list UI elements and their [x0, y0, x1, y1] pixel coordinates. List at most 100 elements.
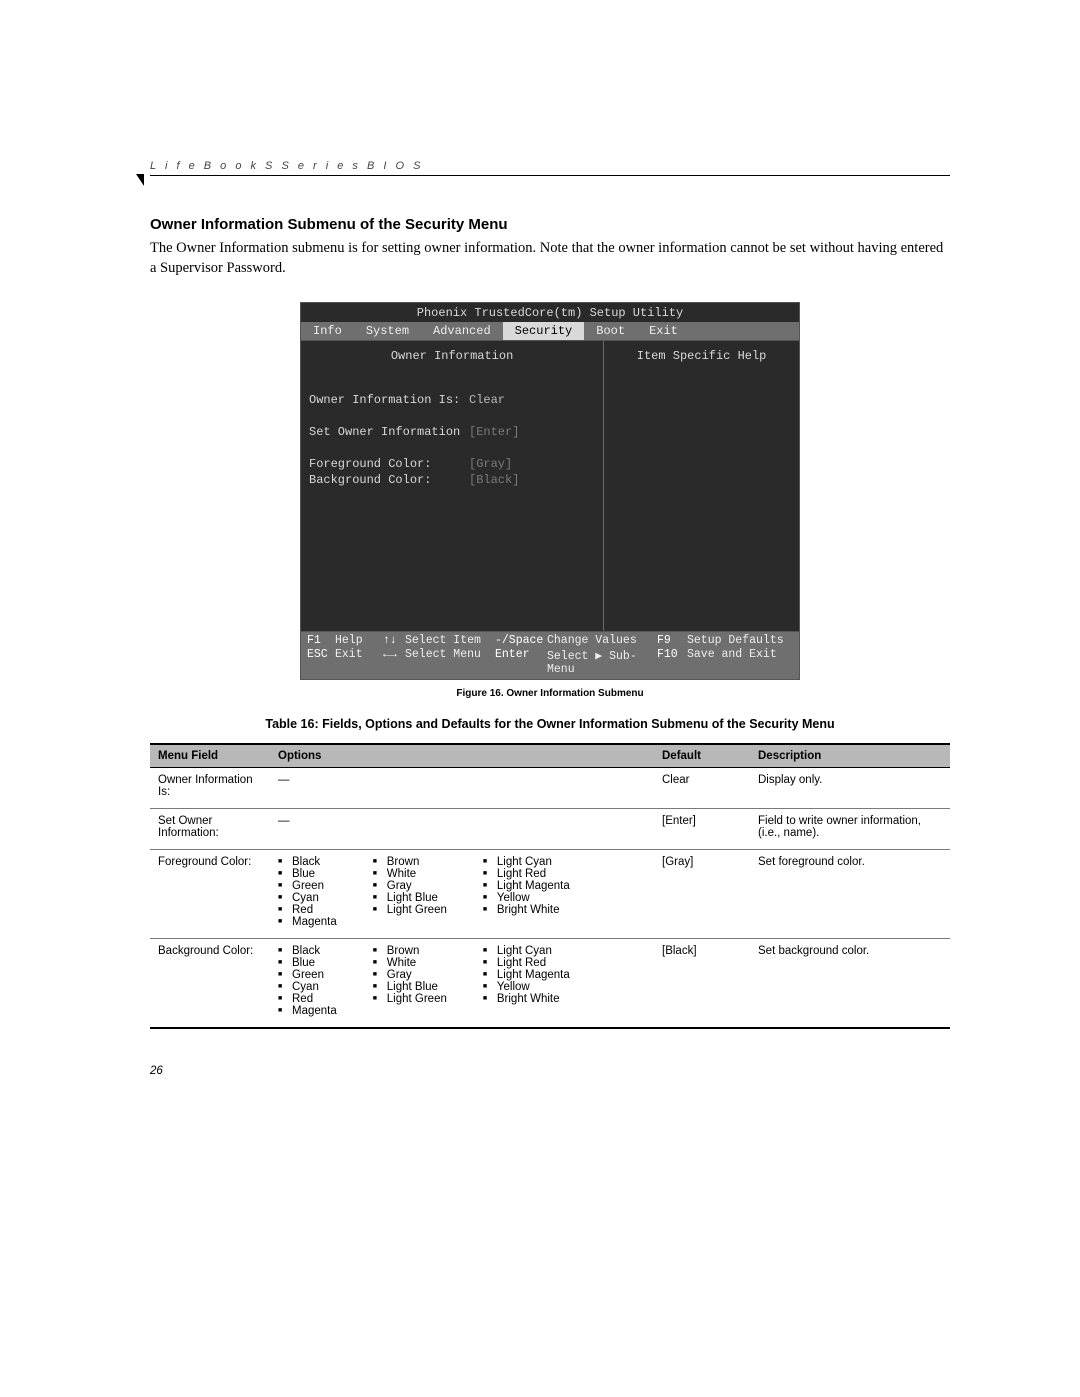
bios-row: Set Owner Information[Enter]	[309, 425, 595, 439]
cell-default: Clear	[654, 768, 750, 809]
header-arrow-icon	[136, 174, 144, 186]
cell-menu-field: Set Owner Information:	[150, 809, 270, 850]
cell-default: [Enter]	[654, 809, 750, 850]
cell-default: [Gray]	[654, 850, 750, 939]
cell-menu-field: Foreground Color:	[150, 850, 270, 939]
key-updown-text: Select Item	[405, 634, 495, 647]
cell-default: [Black]	[654, 939, 750, 1029]
table-row: Set Owner Information:—[Enter]Field to w…	[150, 809, 950, 850]
color-option: Yellow	[483, 892, 570, 904]
bios-tab: Boot	[584, 322, 637, 340]
color-option: Light Cyan	[483, 856, 570, 868]
cell-menu-field: Owner Information Is:	[150, 768, 270, 809]
color-option: Light Green	[373, 993, 447, 1005]
color-option: Green	[278, 969, 337, 981]
bios-left-panel: Owner Information Owner Information Is:C…	[301, 341, 604, 631]
color-option: White	[373, 868, 447, 880]
bios-row-label: Owner Information Is:	[309, 393, 469, 407]
cell-description: Display only.	[750, 768, 950, 809]
color-option: Cyan	[278, 981, 337, 993]
color-option: Black	[278, 945, 337, 957]
color-option: Black	[278, 856, 337, 868]
color-option: Brown	[373, 856, 447, 868]
key-esc-text: Exit	[335, 648, 383, 676]
table-row: Background Color:BlackBlueGreenCyanRedMa…	[150, 939, 950, 1029]
key-f10-text: Save and Exit	[687, 648, 793, 676]
cell-options: —	[270, 809, 654, 850]
key-enter: Enter	[495, 648, 547, 676]
table-header: Options	[270, 744, 654, 768]
color-option: Green	[278, 880, 337, 892]
color-option: Light Magenta	[483, 880, 570, 892]
bios-row: Background Color:[Black]	[309, 473, 595, 487]
bios-tab: Info	[301, 322, 354, 340]
bios-tab: Security	[503, 322, 585, 340]
table-header: Default	[654, 744, 750, 768]
color-option: Light Red	[483, 957, 570, 969]
color-option: Cyan	[278, 892, 337, 904]
bios-row: Owner Information Is:Clear	[309, 393, 595, 407]
bios-row-value: [Black]	[469, 473, 519, 487]
color-option: Magenta	[278, 1005, 337, 1017]
key-f10: F10	[657, 648, 687, 676]
key-esc: ESC	[307, 648, 335, 676]
color-option: Blue	[278, 957, 337, 969]
table-row: Owner Information Is:—ClearDisplay only.	[150, 768, 950, 809]
color-option: Magenta	[278, 916, 337, 928]
table-caption: Table 16: Fields, Options and Defaults f…	[150, 717, 950, 731]
bios-row-label: Set Owner Information	[309, 425, 469, 439]
cell-options: BlackBlueGreenCyanRedMagenta BrownWhiteGr…	[270, 939, 654, 1029]
bios-tab-bar: InfoSystemAdvancedSecurityBootExit	[300, 322, 800, 341]
key-lr: ←→	[383, 648, 405, 676]
key-updown: ↑↓	[383, 634, 405, 647]
bios-left-title: Owner Information	[309, 349, 595, 363]
key-enter-text: Select ▶ Sub-Menu	[547, 648, 657, 676]
bios-row-value: [Gray]	[469, 457, 512, 471]
data-table: Menu FieldOptionsDefaultDescription Owne…	[150, 743, 950, 1029]
cell-description: Set foreground color.	[750, 850, 950, 939]
color-option: Light Green	[373, 904, 447, 916]
color-option: Brown	[373, 945, 447, 957]
section-body: The Owner Information submenu is for set…	[150, 239, 950, 278]
color-option: Gray	[373, 880, 447, 892]
bios-row-value: Clear	[469, 393, 505, 407]
key-lr-text: Select Menu	[405, 648, 495, 676]
bios-footer: F1 Help ↑↓ Select Item -/Space Change Va…	[300, 632, 800, 680]
key-f1: F1	[307, 634, 335, 647]
bios-screenshot: Phoenix TrustedCore(tm) Setup Utility In…	[300, 302, 800, 680]
section-title: Owner Information Submenu of the Securit…	[150, 216, 950, 233]
running-header: L i f e B o o k S S e r i e s B I O S	[150, 160, 950, 176]
color-option: Red	[278, 904, 337, 916]
cell-menu-field: Background Color:	[150, 939, 270, 1029]
bios-row: Foreground Color:[Gray]	[309, 457, 595, 471]
cell-options: BlackBlueGreenCyanRedMagenta BrownWhiteGr…	[270, 850, 654, 939]
page-number: 26	[150, 1065, 950, 1077]
color-option: Light Red	[483, 868, 570, 880]
color-option: Blue	[278, 868, 337, 880]
color-option: White	[373, 957, 447, 969]
table-header: Menu Field	[150, 744, 270, 768]
color-option: Gray	[373, 969, 447, 981]
bios-tab: Exit	[637, 322, 690, 340]
bios-right-title: Item Specific Help	[612, 349, 791, 363]
key-minus-text: Change Values	[547, 634, 657, 647]
color-option: Light Cyan	[483, 945, 570, 957]
bios-right-panel: Item Specific Help	[604, 341, 799, 631]
table-header: Description	[750, 744, 950, 768]
running-header-text: L i f e B o o k S S e r i e s B I O S	[150, 160, 423, 172]
bios-utility-title: Phoenix TrustedCore(tm) Setup Utility	[300, 302, 800, 322]
color-option: Red	[278, 993, 337, 1005]
bios-tab: System	[354, 322, 421, 340]
key-minus: -/Space	[495, 634, 547, 647]
color-option: Light Blue	[373, 892, 447, 904]
figure-caption: Figure 16. Owner Information Submenu	[150, 688, 950, 699]
cell-description: Field to write owner information, (i.e.,…	[750, 809, 950, 850]
color-option: Bright White	[483, 904, 570, 916]
cell-options: —	[270, 768, 654, 809]
bios-row-label: Background Color:	[309, 473, 469, 487]
key-f1-text: Help	[335, 634, 383, 647]
color-option: Yellow	[483, 981, 570, 993]
color-option: Light Magenta	[483, 969, 570, 981]
key-f9-text: Setup Defaults	[687, 634, 793, 647]
color-option: Light Blue	[373, 981, 447, 993]
